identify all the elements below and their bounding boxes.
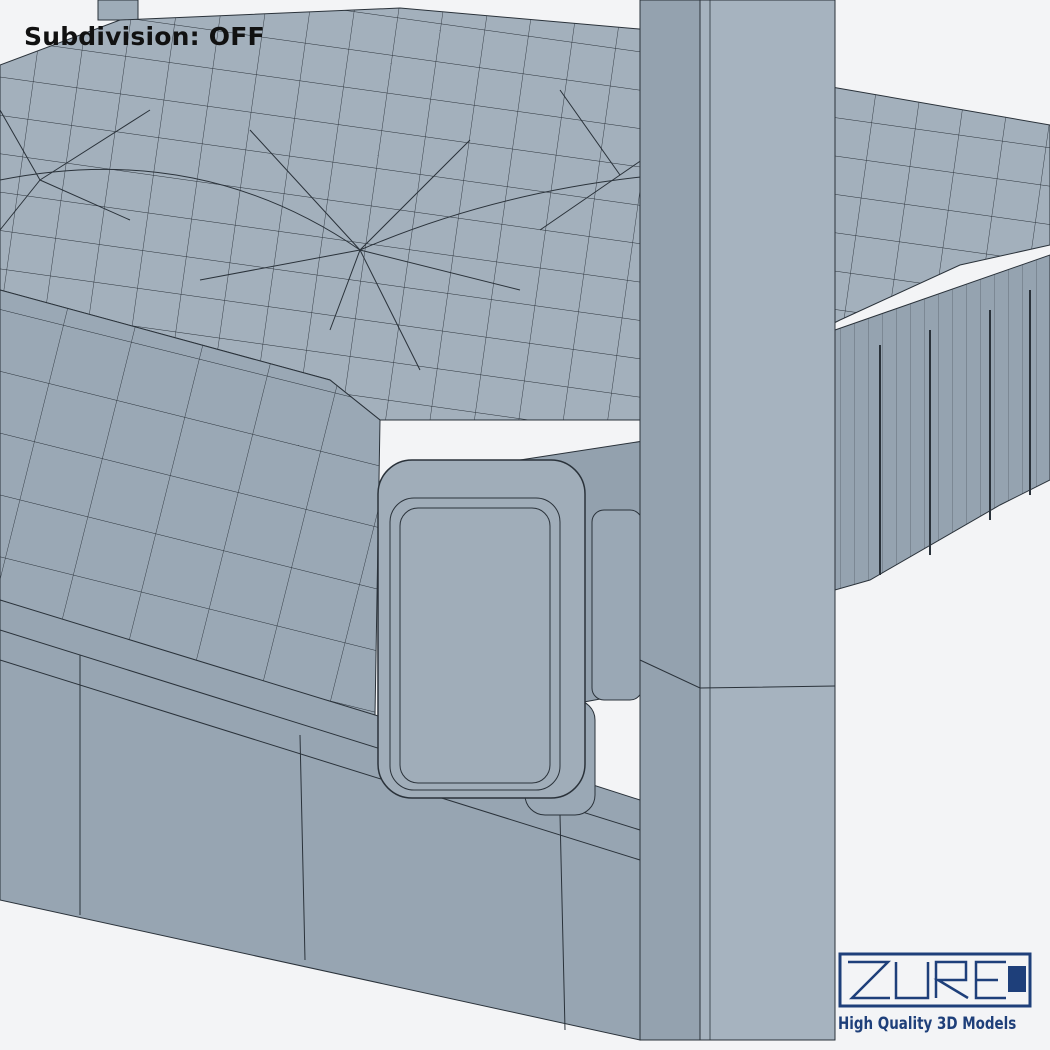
viewport-render: Subdivision: OFF High Quality 3D Models [0,0,1050,1050]
brand-watermark: High Quality 3D Models [838,952,1034,1034]
brand-tagline: High Quality 3D Models [838,1014,1017,1034]
subdivision-status-label: Subdivision: OFF [24,22,265,51]
wireframe-model [0,0,1050,1041]
front-post [639,0,836,1041]
armrest-block [377,439,651,799]
back-frame [97,0,139,21]
zurel-logo [838,952,1032,1008]
